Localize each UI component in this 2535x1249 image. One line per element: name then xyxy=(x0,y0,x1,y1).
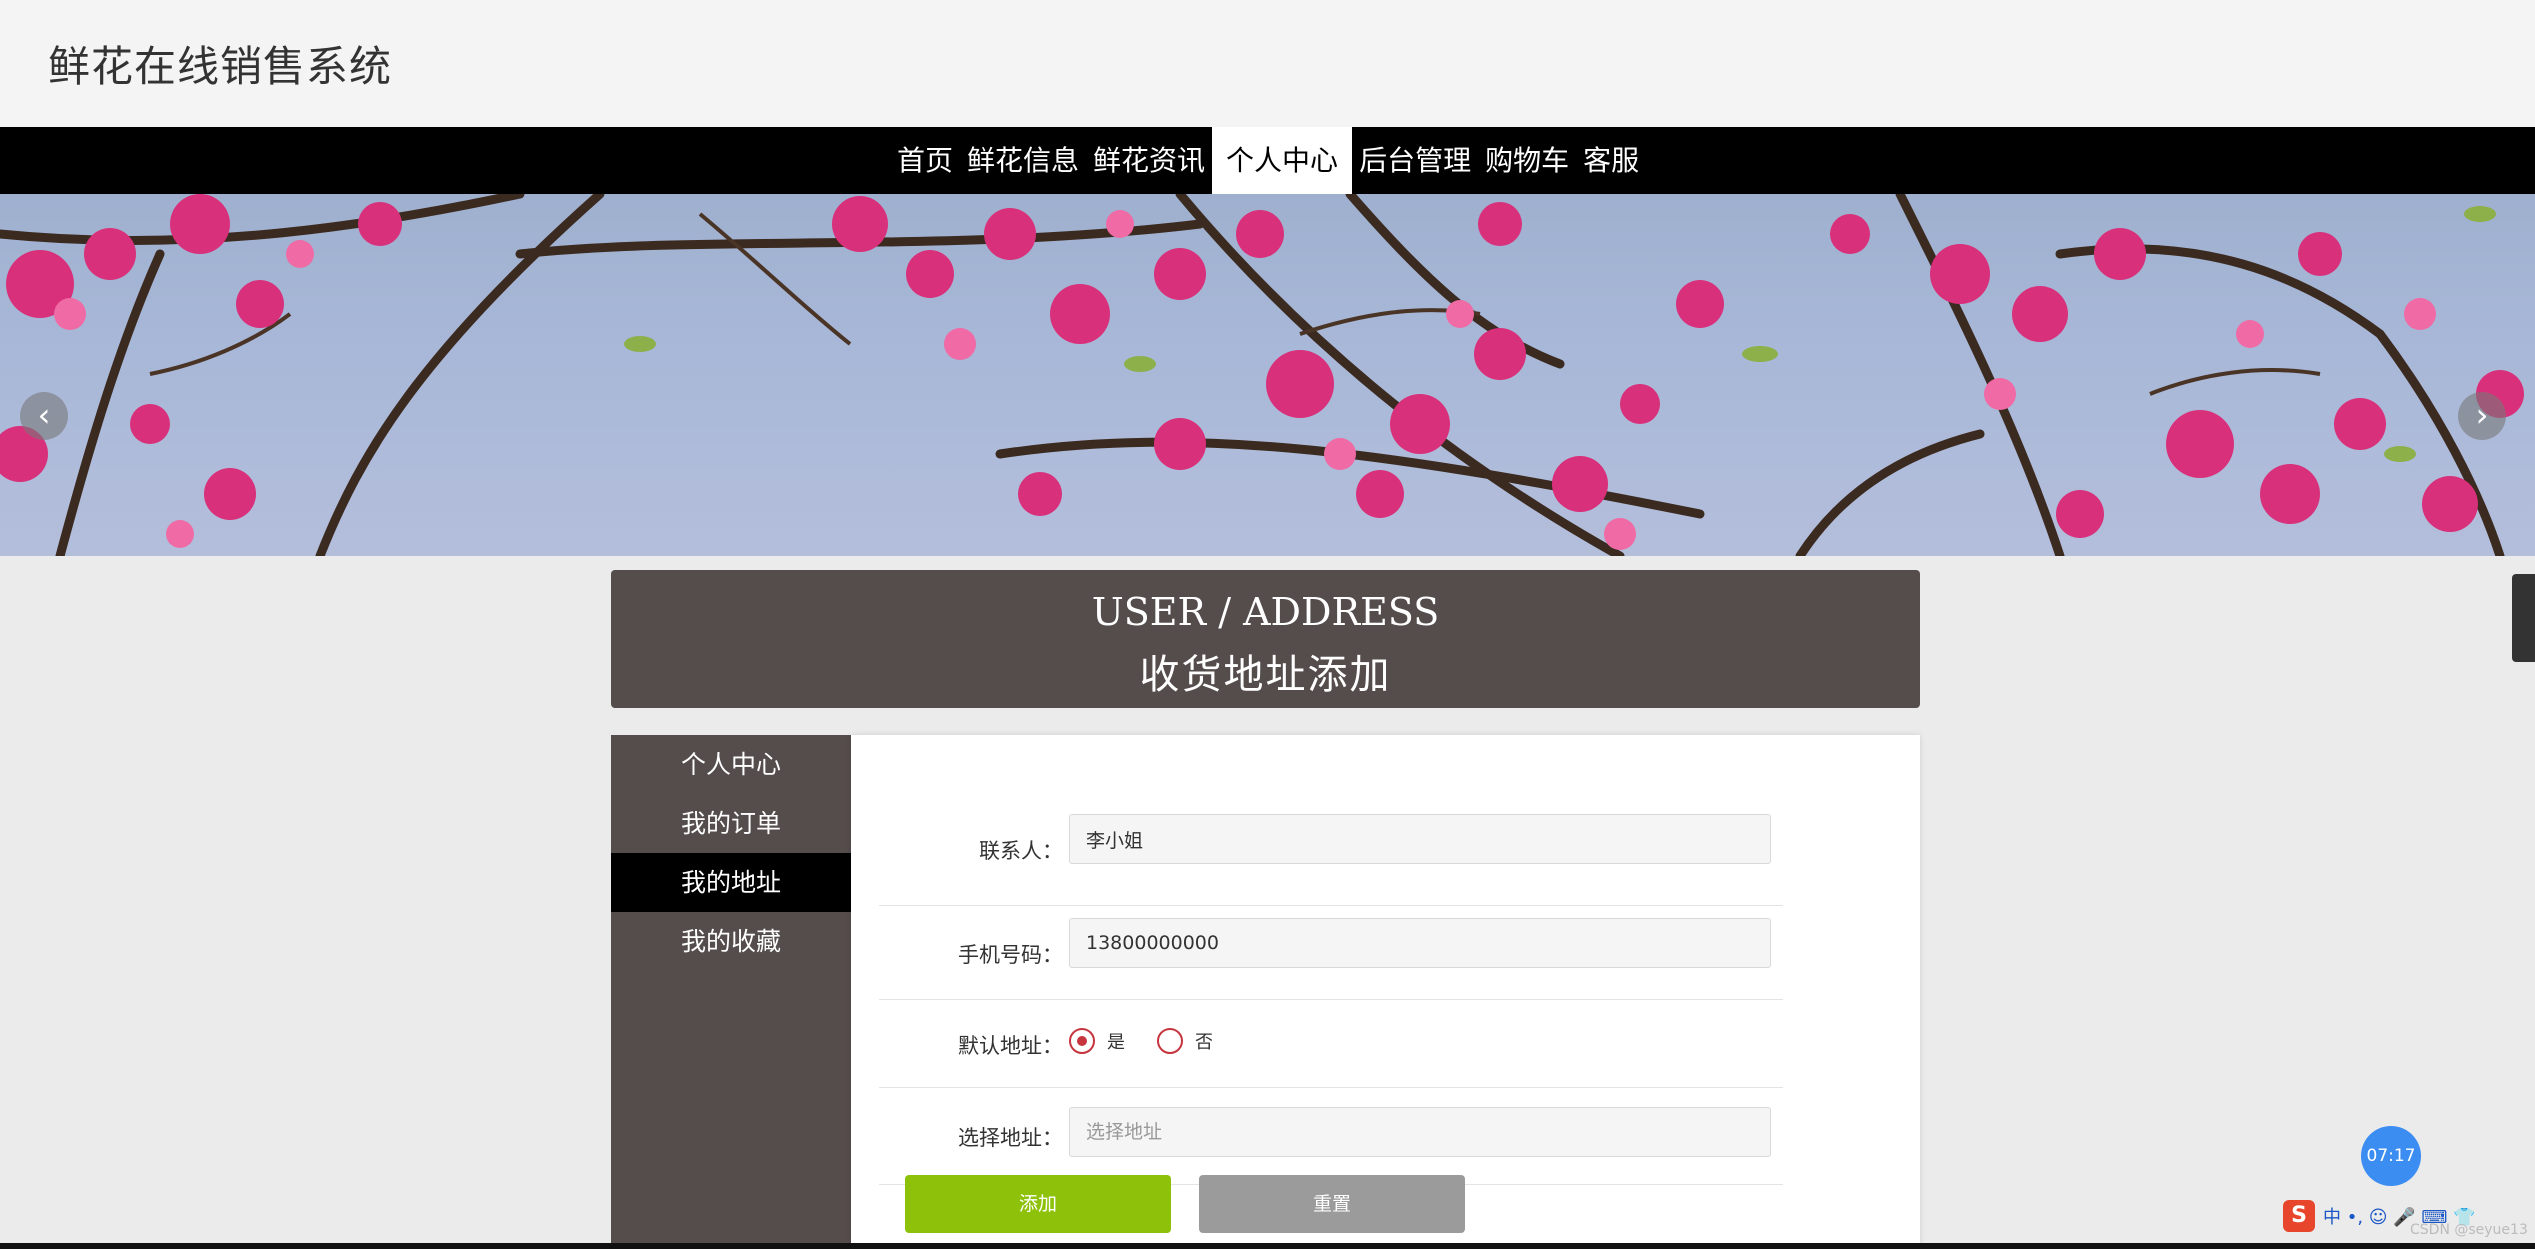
ime-logo-icon[interactable]: S xyxy=(2283,1200,2315,1232)
form-row-default: 默认地址： 是 否 xyxy=(879,999,1783,1088)
site-title: 鲜花在线销售系统 xyxy=(48,42,393,91)
bottom-bar xyxy=(0,1243,2535,1249)
banner-prev-icon[interactable]: ‹ xyxy=(20,392,68,440)
radio-no-label: 否 xyxy=(1195,1032,1213,1053)
add-button[interactable]: 添加 xyxy=(905,1175,1171,1233)
page-title-zh: 收货地址添加 xyxy=(1139,652,1392,698)
watermark: CSDN @seyue13 xyxy=(2410,1222,2528,1238)
form-row-phone: 手机号码： xyxy=(879,905,1783,1000)
side-toggle-tab[interactable] xyxy=(2512,574,2535,662)
nav-item-flower-info[interactable]: 鲜花信息 xyxy=(960,127,1086,194)
banner-flower-image xyxy=(0,194,2524,556)
nav-item-service[interactable]: 客服 xyxy=(1576,127,1646,194)
address-label: 选择地址： xyxy=(958,1126,1063,1150)
sidebar-item-address[interactable]: 我的地址 xyxy=(611,853,851,912)
phone-input[interactable] xyxy=(1069,918,1771,968)
nav-item-admin[interactable]: 后台管理 xyxy=(1352,127,1478,194)
nav-item-cart[interactable]: 购物车 xyxy=(1478,127,1576,194)
nav-item-home[interactable]: 首页 xyxy=(890,127,960,194)
radio-yes[interactable] xyxy=(1069,1028,1095,1054)
sidebar-item-orders[interactable]: 我的订单 xyxy=(611,794,851,853)
nav-item-user-center[interactable]: 个人中心 xyxy=(1212,127,1353,194)
user-sidebar: 个人中心 我的订单 我的地址 我的收藏 xyxy=(611,735,851,1249)
reset-button[interactable]: 重置 xyxy=(1199,1175,1465,1233)
contact-input[interactable] xyxy=(1069,814,1771,864)
timer-badge[interactable]: 07:17 xyxy=(2361,1126,2421,1186)
page-title-en: USER / ADDRESS xyxy=(1091,590,1440,634)
main-nav: 首页 鲜花信息 鲜花资讯 个人中心 后台管理 购物车 客服 xyxy=(0,127,2535,194)
phone-label: 手机号码： xyxy=(958,943,1063,967)
nav-item-flower-news[interactable]: 鲜花资讯 xyxy=(1086,127,1212,194)
site-header: 鲜花在线销售系统 xyxy=(0,0,2535,127)
form-row-address: 选择地址： xyxy=(879,1087,1783,1185)
sidebar-item-user-center[interactable]: 个人中心 xyxy=(611,735,851,794)
sidebar-item-favorites[interactable]: 我的收藏 xyxy=(611,912,851,971)
banner-carousel[interactable]: ‹ › xyxy=(0,194,2535,556)
default-address-label: 默认地址： xyxy=(958,1034,1063,1058)
page-title-box: USER / ADDRESS 收货地址添加 xyxy=(611,570,1920,708)
contact-label: 联系人： xyxy=(979,839,1063,863)
address-select-input[interactable] xyxy=(1069,1107,1771,1157)
banner-next-icon[interactable]: › xyxy=(2458,392,2506,440)
radio-yes-label: 是 xyxy=(1107,1032,1125,1053)
form-row-contact: 联系人： xyxy=(879,801,1783,906)
address-form: 联系人： 手机号码： 默认地址： 是 否 选择地址： 添加 重置 xyxy=(851,735,1920,1249)
radio-no[interactable] xyxy=(1157,1028,1183,1054)
default-address-radio-group: 是 否 xyxy=(1069,1028,1245,1054)
